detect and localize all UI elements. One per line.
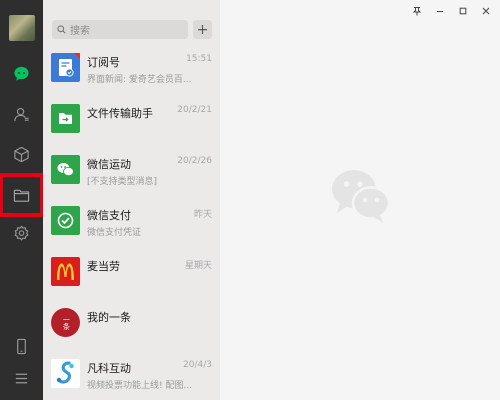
conversation-time: 15:51 <box>186 54 212 64</box>
conversation-time: 星期天 <box>184 261 212 271</box>
wechat-sport-icon <box>51 155 80 184</box>
conversation-preview: 界面新闻: 爱奇艺会员百... <box>87 75 192 85</box>
yitiao-logo-icon: 一条 <box>51 308 80 337</box>
chat-nav-button[interactable] <box>4 57 39 89</box>
list-item[interactable]: 凡科互动 20/4/3 视频投票功能上线! 配图... <box>43 350 220 400</box>
conversation-title: 微信运动 <box>87 158 131 171</box>
contacts-icon <box>14 107 29 121</box>
fanke-logo-icon <box>51 359 80 388</box>
search-icon <box>57 25 66 34</box>
menu-nav-button[interactable] <box>4 362 39 394</box>
maximize-icon <box>459 7 467 15</box>
search-input[interactable]: 搜索 <box>52 20 188 39</box>
yitiao-logo-text: 一条 <box>62 315 71 330</box>
list-item[interactable]: 微信支付 昨天 微信支付凭证 <box>43 197 220 248</box>
list-item[interactable]: 一条 我的一条 <box>43 299 220 350</box>
conversation-title: 订阅号 <box>87 56 120 69</box>
left-navigation <box>0 0 44 400</box>
settings-icon <box>14 225 29 241</box>
conversation-preview: [不支持类型消息] <box>87 177 158 187</box>
wechat-logo-icon <box>332 170 391 223</box>
menu-icon <box>15 373 28 383</box>
minimize-icon <box>437 11 443 12</box>
cube-nav-button[interactable] <box>4 138 39 170</box>
list-item[interactable]: 文件传输助手 20/2/21 <box>43 95 220 146</box>
list-item[interactable]: 订阅号 15:51 界面新闻: 爱奇艺会员百... <box>43 44 220 95</box>
maximize-button[interactable] <box>452 3 474 19</box>
close-button[interactable] <box>475 3 497 19</box>
phone-nav-button[interactable] <box>4 330 39 362</box>
pin-button[interactable] <box>406 3 428 19</box>
file-transfer-icon <box>51 104 80 133</box>
wechat-pay-icon <box>51 206 80 235</box>
add-button[interactable]: + <box>193 20 212 39</box>
conversation-title: 我的一条 <box>87 311 131 324</box>
contacts-nav-button[interactable] <box>4 98 39 130</box>
folder-icon <box>13 189 30 202</box>
conversation-time: 昨天 <box>193 210 212 220</box>
search-placeholder: 搜索 <box>70 26 90 37</box>
conversation-title: 微信支付 <box>87 209 131 222</box>
conversation-preview: 视频投票功能上线! 配图... <box>87 381 193 391</box>
subscription-icon <box>51 53 80 82</box>
conversation-title: 凡科互动 <box>87 362 131 375</box>
close-icon <box>482 7 490 15</box>
conversation-time: 20/2/26 <box>177 156 212 166</box>
phone-icon <box>17 338 26 354</box>
conversation-title: 文件传输助手 <box>87 107 153 120</box>
chat-main-area <box>220 0 500 400</box>
list-item[interactable]: 麦当劳 星期天 <box>43 248 220 299</box>
settings-nav-button[interactable] <box>4 217 39 249</box>
pin-icon <box>412 7 422 16</box>
list-item[interactable]: 微信运动 20/2/26 [不支持类型消息] <box>43 146 220 197</box>
avatar[interactable] <box>9 15 35 41</box>
folder-nav-button[interactable] <box>0 173 44 217</box>
conversation-list: 搜索 + 订阅号 15:51 界面新闻: 爱奇艺会员百... 文件传输助手 20… <box>43 0 220 400</box>
chat-icon <box>14 66 29 81</box>
conversation-preview: 微信支付凭证 <box>87 228 142 238</box>
mcdonalds-logo-icon <box>51 257 80 286</box>
conversation-time: 20/4/3 <box>183 360 212 370</box>
conversation-time: 20/2/21 <box>177 105 212 115</box>
conversation-title: 麦当劳 <box>87 260 120 273</box>
minimize-button[interactable] <box>429 3 451 19</box>
cube-icon <box>14 146 29 162</box>
